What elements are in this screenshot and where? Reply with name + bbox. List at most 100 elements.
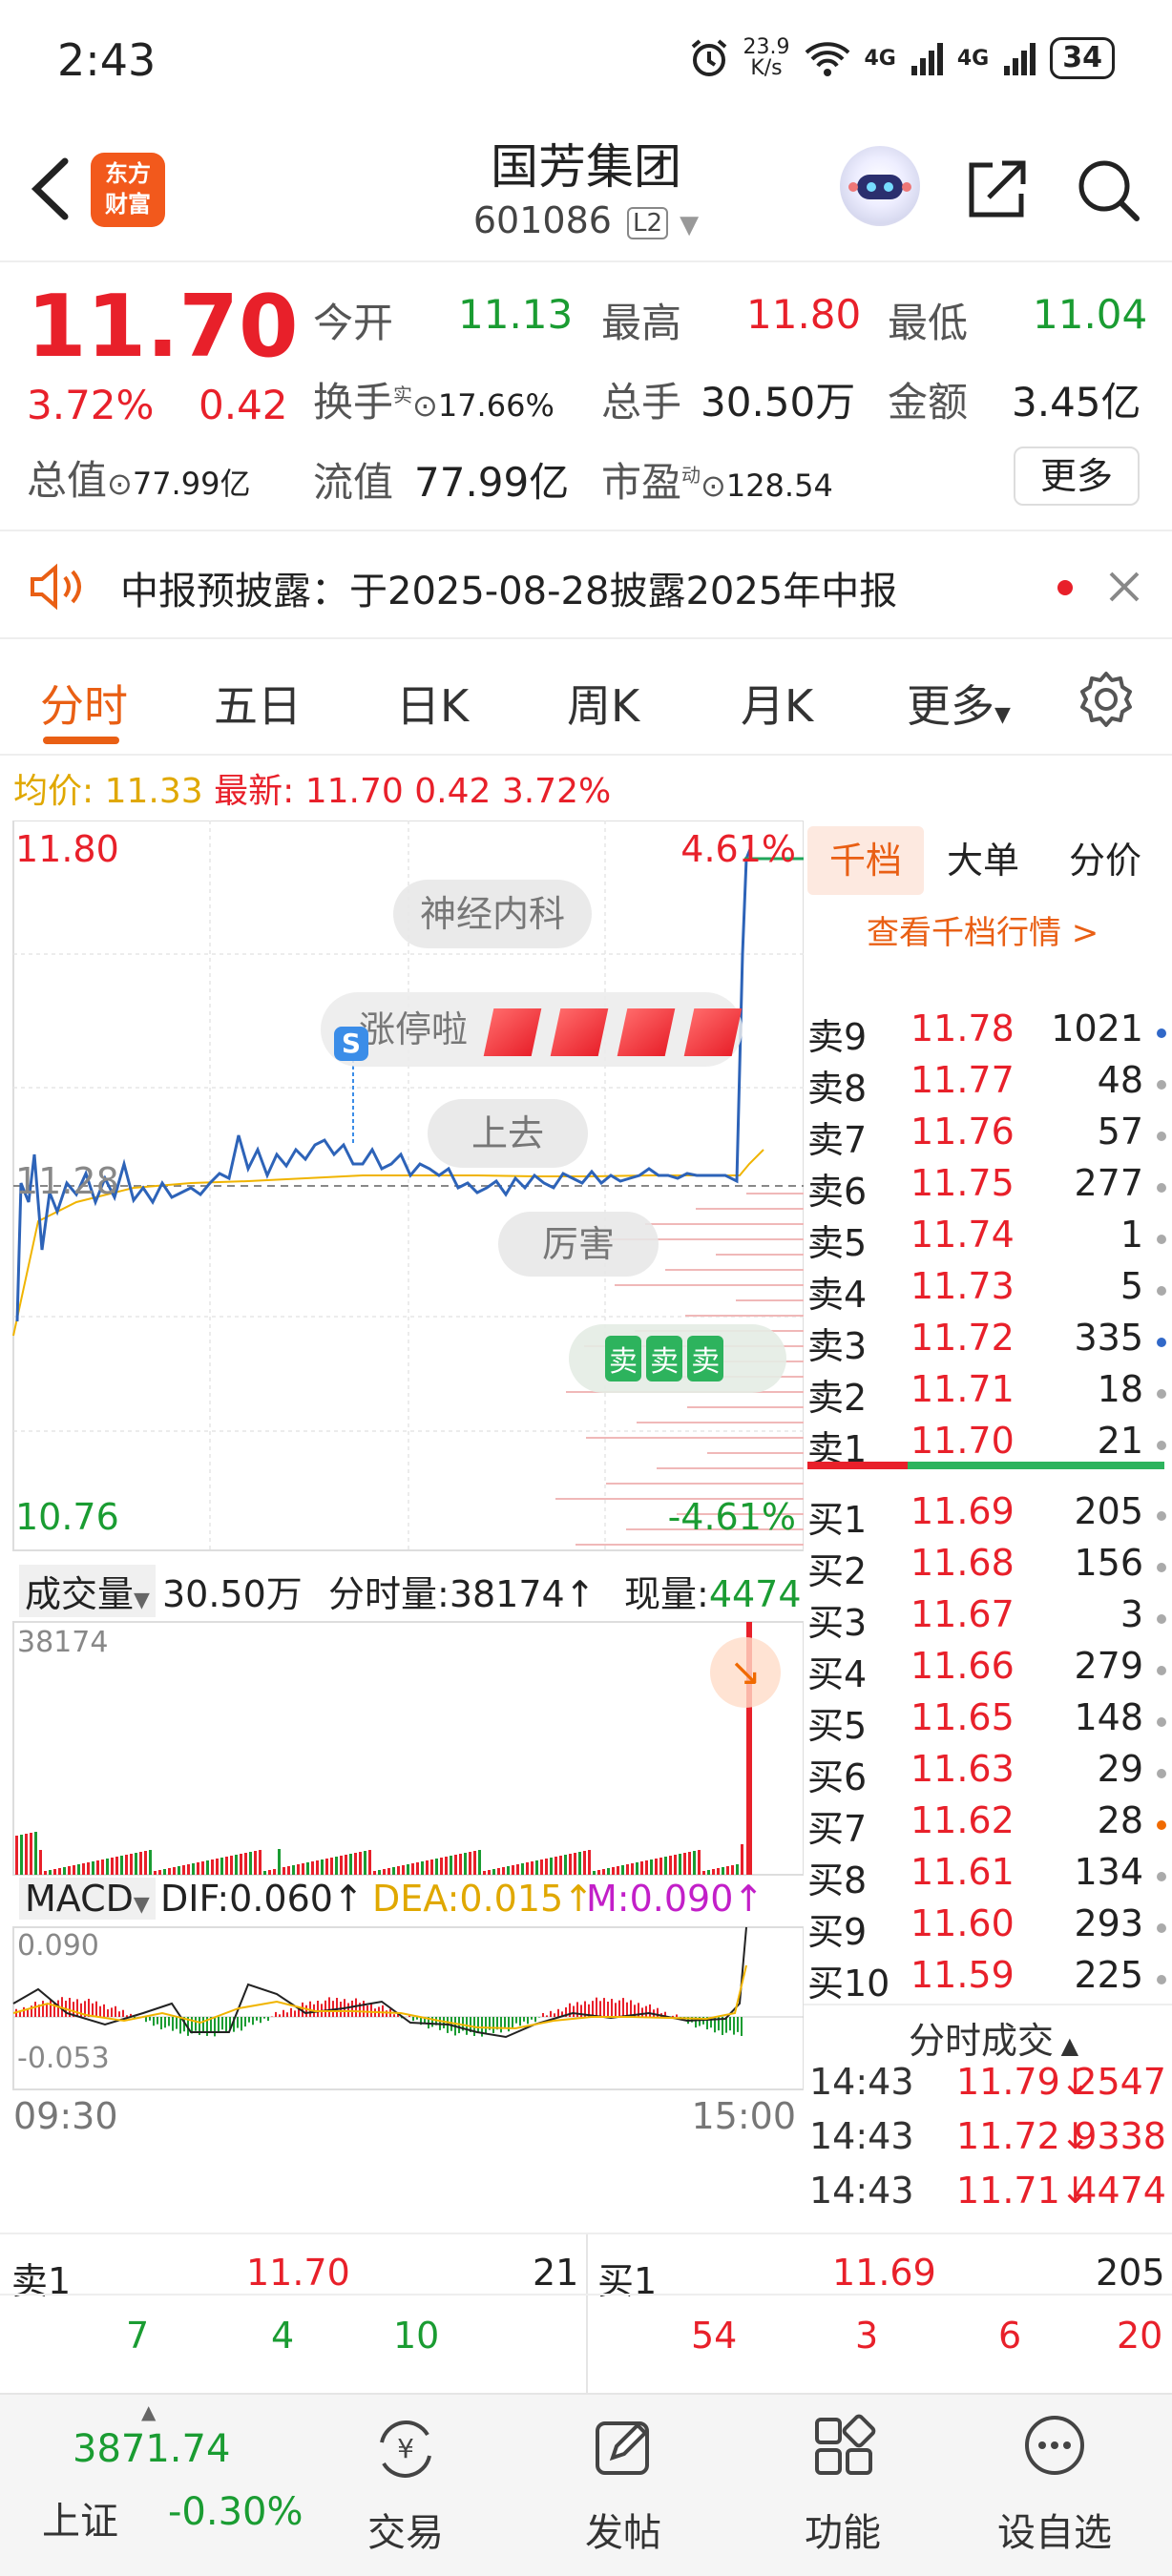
macd-bar (111, 2007, 113, 2017)
macd-bar (76, 1999, 78, 2017)
tab-intraday[interactable]: 分时 (40, 672, 128, 735)
macd-bar (550, 2010, 552, 2017)
status-dot (1157, 1338, 1166, 1347)
more-button[interactable]: 更多 (1014, 447, 1140, 506)
ai-assistant-icon[interactable] (840, 146, 920, 226)
info-icon: ⊙ (412, 387, 438, 424)
sell-price: 11.72 (910, 1317, 1015, 1359)
period-tabs: 分时 五日 日K 周K 月K 更多▼ (0, 641, 1172, 756)
macd-bar (244, 2017, 246, 2027)
current-price: 11.70 (27, 277, 299, 377)
tab-thousand-level[interactable]: 千档 (807, 826, 924, 895)
share-icon[interactable] (964, 156, 1031, 222)
buy-row[interactable]: 买8 11.61 134 (804, 1851, 1172, 1902)
search-icon[interactable] (1074, 156, 1142, 224)
thousand-level-link[interactable]: 查看千档行情 > (867, 906, 1099, 953)
caret-icon: ▼ (994, 703, 1011, 727)
sell-row[interactable]: 卖9 11.78 1021 (804, 1008, 1172, 1059)
trade-row: 14:43 11.71↓ 4474 (804, 2170, 1172, 2221)
nav-watch-label: 设自选 (997, 2511, 1112, 2555)
buy-row[interactable]: 买9 11.60 293 (804, 1902, 1172, 1954)
comment-bubble[interactable]: 神经内科 (393, 880, 593, 948)
volume-label: 总手 (601, 379, 682, 426)
buy-volume: 293 (1074, 1902, 1143, 1944)
nav-post[interactable]: 发帖 (552, 2395, 695, 2566)
tab-big-order[interactable]: 大单 (947, 826, 1019, 895)
status-icons: 23.9 K/s 4G 4G 34 (688, 34, 1115, 82)
volume-total: 30.50万 (162, 1573, 303, 1615)
status-dot (1157, 1441, 1166, 1450)
macd-bar (256, 2017, 258, 2021)
tab-monthly-k[interactable]: 月K (741, 672, 813, 735)
close-icon[interactable] (1105, 568, 1143, 606)
nav-trade[interactable]: ¥ 交易 (334, 2395, 477, 2566)
tab-more[interactable]: 更多▼ (907, 672, 1011, 735)
buy-row[interactable]: 买2 11.68 156 (804, 1542, 1172, 1593)
notice-bar[interactable]: 中报预披露：于2025-08-28披露2025年中报 (0, 530, 1172, 639)
bottom-sell-label: 卖1 (11, 2260, 72, 2302)
buy-row[interactable]: 买1 11.69 205 (804, 1490, 1172, 1542)
buy-row[interactable]: 买10 11.59 225 (804, 1954, 1172, 2005)
buy-row[interactable]: 买7 11.62 28 (804, 1799, 1172, 1851)
level1-quote-table: 卖1 11.70 21 买1 11.69 205 7 4 10 54 3 6 2… (0, 2233, 1172, 2397)
level-badge: L2 (627, 206, 669, 239)
sell-row[interactable]: 卖6 11.75 277 (804, 1162, 1172, 1214)
index-name: 上证 (42, 2500, 118, 2544)
macd-bar (382, 2005, 384, 2017)
sell-row[interactable]: 卖8 11.77 48 (804, 1059, 1172, 1111)
comment-bubble[interactable]: 涨停啦 (321, 992, 743, 1067)
macd-bar (729, 2017, 731, 2031)
nav-add-watchlist[interactable]: 设自选 (983, 2395, 1126, 2566)
sell-bubble[interactable]: 卖 卖 卖 (569, 1324, 786, 1393)
macd-bar (263, 2017, 265, 2019)
macd-bar (504, 2017, 506, 2029)
collapse-arrow-icon[interactable]: ↘ (710, 1637, 781, 1708)
sell-row[interactable]: 卖4 11.73 5 (804, 1265, 1172, 1317)
macd-selector[interactable]: MACD▼ (19, 1878, 156, 1920)
buy-row[interactable]: 买5 11.65 148 (804, 1696, 1172, 1748)
turnover-sup: 实 (393, 384, 413, 406)
macd-bar (618, 2000, 620, 2017)
macd-bar (23, 2006, 25, 2017)
volume-selector[interactable]: 成交量▼ (19, 1565, 156, 1617)
macd-bar (328, 1997, 330, 2017)
macd-bar (92, 2003, 94, 2017)
macd-bar (172, 2017, 174, 2031)
macd-bar (363, 2001, 365, 2017)
tab-more-label: 更多 (907, 680, 994, 732)
macd-bar (477, 2017, 479, 2033)
buy-row[interactable]: 买4 11.66 279 (804, 1645, 1172, 1696)
tab-price-dist[interactable]: 分价 (1069, 826, 1141, 895)
macd-bar (741, 2017, 743, 2036)
sell-row[interactable]: 卖5 11.74 1 (804, 1214, 1172, 1265)
gear-icon[interactable] (1077, 670, 1136, 729)
macd-bar (324, 2000, 326, 2017)
volume-bar (30, 1833, 32, 1875)
macd-bar (676, 2014, 678, 2017)
macd-bar (57, 2000, 59, 2017)
s-marker-icon[interactable]: S (334, 1027, 368, 1061)
status-dot (1157, 1923, 1166, 1933)
buy-row[interactable]: 买6 11.63 29 (804, 1748, 1172, 1799)
sell-row[interactable]: 卖7 11.76 57 (804, 1111, 1172, 1162)
nav-function[interactable]: 功能 (771, 2395, 914, 2566)
trade-list-title[interactable]: 分时成交 ▲ (909, 2011, 1078, 2064)
macd-bar (145, 2017, 147, 2023)
macd-bar (347, 2003, 349, 2017)
macd-bar (542, 2012, 544, 2017)
sell-row[interactable]: 卖2 11.71 18 (804, 1368, 1172, 1420)
comment-bubble[interactable]: 上去 (428, 1099, 589, 1168)
tab-weekly-k[interactable]: 周K (567, 672, 639, 735)
latest-change: 0.42 (414, 772, 492, 811)
trade-icon: ¥ (380, 2420, 431, 2478)
macd-bar (27, 2009, 29, 2017)
chart-area[interactable]: 11.80 4.61% 11.28 10.76 -4.61% 神经内科 涨停啦 … (0, 820, 805, 2233)
depth-bar (696, 1208, 804, 1210)
sell-row[interactable]: 卖3 11.72 335 (804, 1317, 1172, 1368)
tab-five-day[interactable]: 五日 (214, 672, 302, 735)
tab-daily-k[interactable]: 日K (396, 672, 469, 735)
comment-bubble[interactable]: 厉害 (498, 1212, 659, 1277)
turnover-value: 17.66% (437, 387, 555, 424)
index-ticker[interactable]: ▲ 3871.74 上证 -0.30% (38, 2395, 315, 2566)
buy-row[interactable]: 买3 11.67 3 (804, 1593, 1172, 1645)
